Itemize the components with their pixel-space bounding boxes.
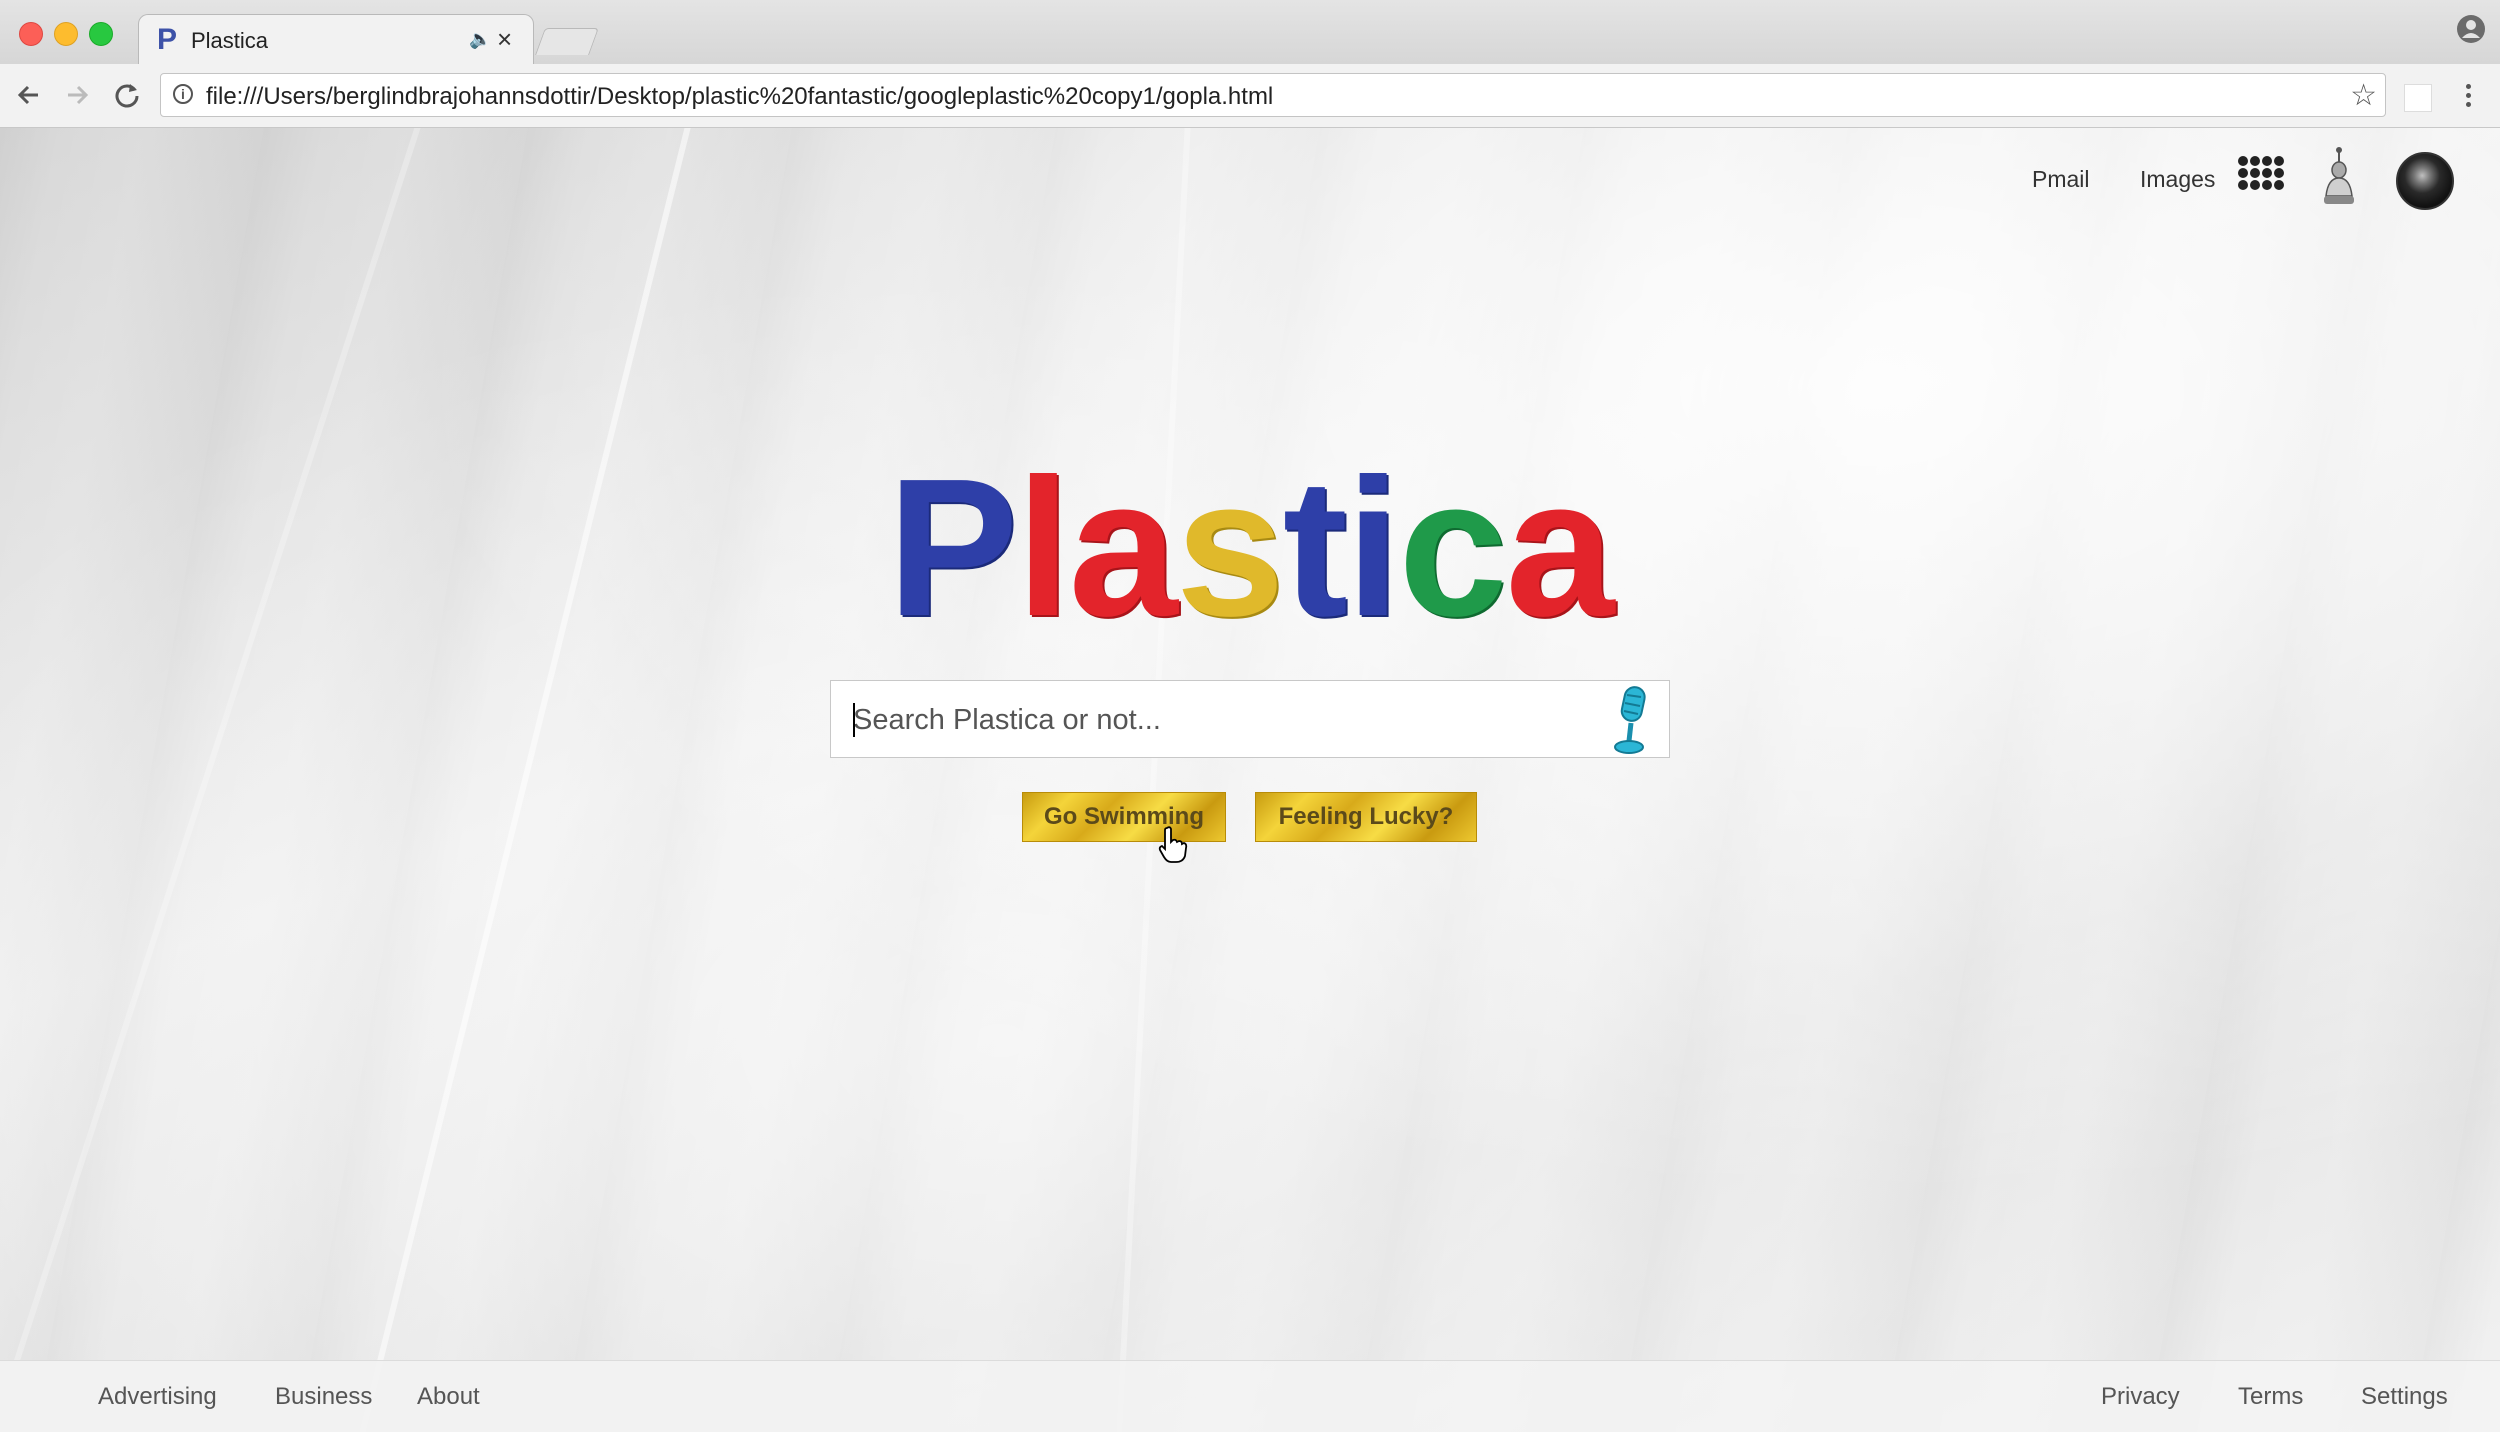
footer-link-business[interactable]: Business bbox=[275, 1383, 372, 1411]
site-info-icon[interactable]: i bbox=[173, 84, 193, 104]
feeling-lucky-button[interactable]: Feeling Lucky? bbox=[1255, 792, 1477, 842]
logo-letter: t bbox=[1282, 438, 1348, 657]
tab-favicon-icon: P bbox=[157, 23, 178, 56]
top-navigation: Pmail Images bbox=[1700, 128, 2500, 238]
logo-letter: l bbox=[1016, 438, 1070, 657]
logo-letter: s bbox=[1175, 438, 1285, 657]
forward-arrow-icon[interactable] bbox=[60, 78, 94, 112]
apps-grid-icon[interactable] bbox=[2238, 156, 2286, 200]
browser-tab-strip: P Plastica 🔈 × bbox=[0, 0, 2500, 65]
microphone-icon[interactable] bbox=[1609, 685, 1653, 757]
window-maximize-button[interactable] bbox=[89, 22, 113, 46]
address-bar[interactable]: i file:///Users/berglindbrajohannsdottir… bbox=[160, 73, 2386, 117]
back-arrow-icon[interactable] bbox=[12, 78, 46, 112]
reload-icon[interactable] bbox=[110, 78, 144, 112]
tab-close-icon[interactable]: × bbox=[497, 24, 512, 55]
extension-icon[interactable] bbox=[2404, 84, 2432, 112]
notifications-icon[interactable] bbox=[2320, 146, 2358, 208]
pmail-link[interactable]: Pmail bbox=[2032, 166, 2090, 193]
logo-letter: i bbox=[1346, 438, 1400, 657]
account-avatar[interactable] bbox=[2396, 152, 2454, 210]
window-minimize-button[interactable] bbox=[54, 22, 78, 46]
page-footer: Advertising Business About Privacy Terms… bbox=[0, 1360, 2500, 1432]
bookmark-star-icon[interactable]: ☆ bbox=[2350, 78, 2377, 113]
browser-menu-icon[interactable] bbox=[2456, 80, 2480, 112]
logo-letter: P bbox=[887, 438, 1018, 657]
pointer-cursor-icon bbox=[1158, 826, 1188, 863]
page-body: Pmail Images Plastica Go Swim bbox=[0, 128, 2500, 1432]
new-tab-button[interactable] bbox=[535, 28, 599, 55]
background-fold bbox=[0, 128, 423, 1432]
search-box bbox=[830, 680, 1670, 759]
background-fold bbox=[1113, 128, 1193, 1432]
text-caret bbox=[853, 703, 855, 737]
background-fold bbox=[350, 128, 696, 1432]
footer-link-settings[interactable]: Settings bbox=[2361, 1383, 2448, 1411]
url-text: file:///Users/berglindbrajohannsdottir/D… bbox=[206, 83, 1274, 110]
go-swimming-button[interactable]: Go Swimming bbox=[1022, 792, 1226, 842]
window-close-button[interactable] bbox=[19, 22, 43, 46]
browser-toolbar: i file:///Users/berglindbrajohannsdottir… bbox=[0, 64, 2500, 128]
browser-profile-icon[interactable] bbox=[2456, 14, 2486, 44]
footer-link-advertising[interactable]: Advertising bbox=[98, 1383, 217, 1411]
footer-link-terms[interactable]: Terms bbox=[2238, 1383, 2303, 1411]
browser-tab[interactable]: P Plastica 🔈 × bbox=[138, 14, 534, 65]
logo-letter: a bbox=[1505, 438, 1614, 657]
footer-link-about[interactable]: About bbox=[417, 1383, 480, 1411]
images-link[interactable]: Images bbox=[2140, 166, 2215, 193]
logo-letter: a bbox=[1068, 438, 1178, 657]
tab-title: Plastica bbox=[191, 28, 269, 53]
footer-link-privacy[interactable]: Privacy bbox=[2101, 1383, 2180, 1411]
logo-letter: c bbox=[1398, 438, 1507, 657]
search-input[interactable] bbox=[851, 681, 1575, 759]
tab-audio-icon[interactable]: 🔈 bbox=[469, 29, 491, 50]
plastica-logo: Plastica bbox=[0, 450, 2500, 646]
